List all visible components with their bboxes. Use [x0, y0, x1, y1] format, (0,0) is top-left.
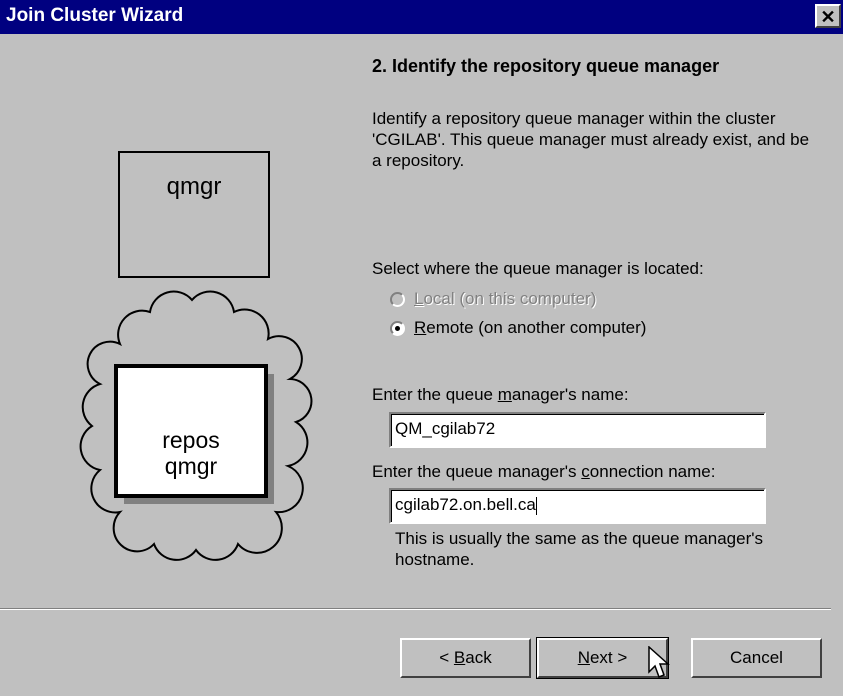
button-separator	[0, 608, 831, 610]
radio-local-indicator	[390, 292, 405, 307]
text-caret	[535, 496, 537, 515]
radio-local-label: Local (on this computer)	[414, 289, 597, 308]
radio-remote-label: Remote (on another computer)	[414, 318, 647, 337]
window-title: Join Cluster Wizard	[6, 5, 184, 26]
radio-remote-indicator	[390, 321, 405, 336]
repos-box-label-line1: repos	[162, 427, 220, 453]
step-description: Identify a repository queue manager with…	[372, 109, 810, 170]
qmgr-name-label: Enter the queue manager's name:	[372, 385, 629, 404]
arrow-cursor-icon	[648, 646, 670, 678]
conn-name-field[interactable]: cgilab72.on.bell.ca	[389, 488, 766, 524]
conn-name-label: Enter the queue manager's connection nam…	[372, 462, 716, 481]
cancel-button[interactable]: Cancel	[691, 638, 822, 678]
back-button[interactable]: < Back	[400, 638, 531, 678]
location-prompt: Select where the queue manager is locate…	[372, 259, 704, 278]
qmgr-box-label: qmgr	[167, 173, 222, 200]
close-icon[interactable]: ✕	[815, 4, 841, 28]
step-heading: 2. Identify the repository queue manager	[372, 56, 720, 76]
qmgr-name-field[interactable]: QM_cgilab72	[389, 412, 766, 448]
wizard-window: Join Cluster Wizard ✕ qmgr repos qmgr 2.…	[0, 0, 843, 696]
title-bar[interactable]: Join Cluster Wizard ✕	[0, 0, 843, 34]
conn-name-hint: This is usually the same as the queue ma…	[395, 529, 763, 569]
cluster-diagram: qmgr repos qmgr	[79, 151, 313, 561]
qmgr-box	[118, 151, 270, 278]
repos-box-label-line2: qmgr	[165, 453, 218, 479]
